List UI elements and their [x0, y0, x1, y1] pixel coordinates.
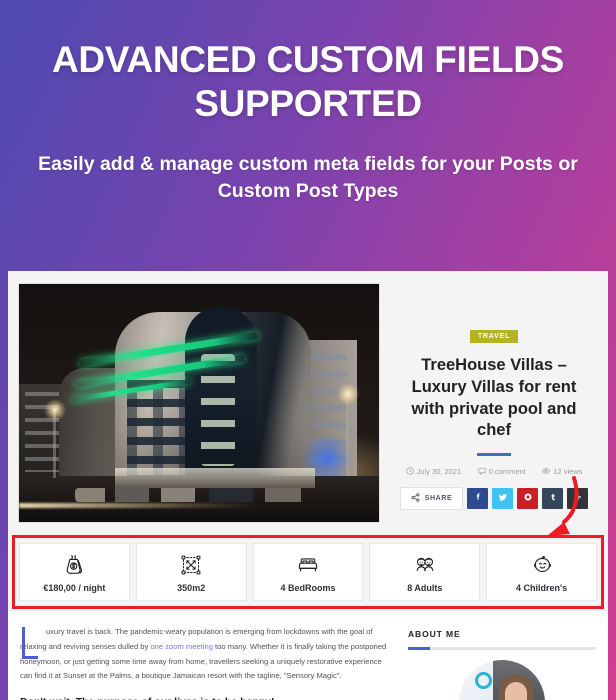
custom-field-adults-label: 8 Adults: [407, 583, 443, 593]
post-date-text: July 30, 2021: [416, 466, 462, 476]
banner-subtitle: Easily add & manage custom meta fields f…: [38, 153, 578, 203]
shopfront-lights: [115, 468, 315, 488]
share-row: SHARE: [398, 486, 590, 510]
post-views-text: 12 views: [553, 466, 583, 476]
facebook-icon: [473, 492, 483, 505]
custom-field-bedrooms[interactable]: 4 BedRooms: [252, 543, 364, 601]
avatar-face: [505, 681, 527, 700]
share-button[interactable]: SHARE: [399, 486, 464, 510]
custom-field-area-label: 350m2: [177, 583, 206, 593]
light-trail: [19, 503, 259, 508]
category-badge[interactable]: TRAVEL: [469, 330, 519, 343]
title-underline: [477, 453, 511, 456]
custom-field-children-label: 4 Children's: [516, 583, 568, 593]
page-preview-panel: TRAVEL TreeHouse Villas – Luxury Villas …: [8, 271, 608, 700]
pinterest-icon: [523, 492, 533, 505]
post-date: July 30, 2021: [405, 466, 462, 476]
avatar-decoration-ring: [475, 671, 492, 689]
share-facebook-button[interactable]: [467, 487, 489, 509]
eye-icon: [542, 467, 551, 475]
share-icon: [411, 492, 420, 504]
custom-field-price[interactable]: €180,00 / night: [19, 543, 130, 601]
share-pinterest-button[interactable]: [517, 487, 539, 509]
banner-title: ADVANCED CUSTOM FIELDS SUPPORTED: [51, 39, 565, 124]
street-lamp: [337, 383, 359, 476]
clock-icon: [405, 467, 414, 475]
post-title[interactable]: TreeHouse Villas – Luxury Villas for ren…: [398, 355, 590, 442]
plus-icon: [573, 492, 583, 505]
article-inline-link[interactable]: one zoom meeting: [150, 642, 212, 651]
meta-separator: ·: [468, 466, 471, 476]
drop-cap: [22, 627, 38, 659]
article-paragraph: uxury travel is back. The pandemic-weary…: [20, 625, 392, 684]
share-label: SHARE: [424, 494, 453, 502]
custom-fields-highlight: €180,00 / night 350m2 4 BedRooms 8 Adult…: [12, 535, 604, 609]
adults-icon: [372, 552, 477, 578]
sidebar-heading-underline: [408, 647, 596, 650]
bed-icon: [256, 552, 361, 578]
sidebar-widget-about: ABOUT ME: [408, 625, 596, 700]
custom-field-area[interactable]: 350m2: [135, 543, 247, 601]
child-icon: [489, 552, 594, 578]
post-meta: July 30, 2021 · 0 comment · 12 views: [398, 467, 590, 476]
custom-field-adults[interactable]: 8 Adults: [369, 543, 481, 601]
price-tag-icon: [22, 552, 127, 578]
twitter-icon: [498, 492, 508, 505]
post-views: 12 views: [542, 467, 582, 476]
post-comments-text: 0 comment: [488, 466, 526, 476]
sidebar-heading: ABOUT ME: [408, 629, 461, 639]
comment-icon: [478, 467, 486, 475]
article-section: uxury travel is back. The pandemic-weary…: [8, 611, 608, 700]
custom-field-price-label: €180,00 / night: [43, 583, 106, 593]
meta-separator: ·: [532, 466, 536, 476]
share-twitter-button[interactable]: [492, 487, 514, 509]
article-body: uxury travel is back. The pandemic-weary…: [20, 625, 392, 700]
post-comments: 0 comment: [478, 467, 526, 476]
parked-cars: [75, 488, 325, 502]
featured-image: [18, 283, 380, 523]
custom-field-bedrooms-label: 4 BedRooms: [280, 583, 336, 593]
post-summary: TRAVEL TreeHouse Villas – Luxury Villas …: [394, 283, 598, 523]
article-callout: Don't wait. The purpose of our lives is …: [20, 696, 392, 700]
custom-field-children[interactable]: 4 Children's: [486, 543, 597, 601]
promo-banner: ADVANCED CUSTOM FIELDS SUPPORTED Easily …: [0, 0, 616, 205]
avatar: [459, 659, 545, 700]
area-size-icon: [139, 552, 244, 578]
share-tumblr-button[interactable]: [542, 487, 564, 509]
share-more-button[interactable]: [567, 487, 589, 509]
avatar-person: [493, 659, 545, 700]
custom-fields-row: €180,00 / night 350m2 4 BedRooms 8 Adult…: [19, 543, 597, 601]
post-header-area: TRAVEL TreeHouse Villas – Luxury Villas …: [8, 271, 608, 523]
tumblr-icon: [548, 492, 558, 505]
street-lamp: [44, 399, 66, 478]
